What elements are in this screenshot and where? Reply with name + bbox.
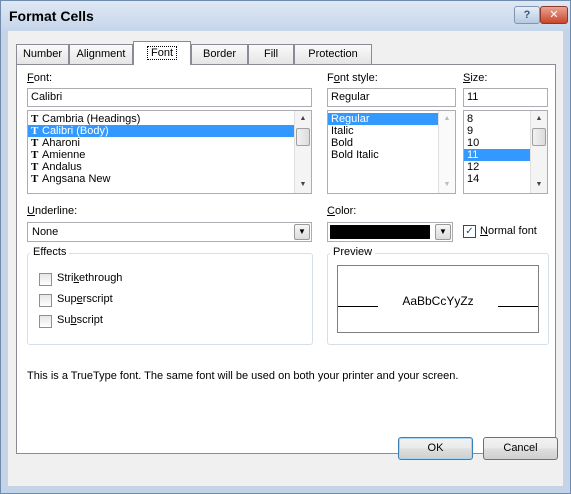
truetype-icon: T [31,173,39,185]
scroll-thumb[interactable] [296,128,310,146]
cancel-button[interactable]: Cancel [483,437,558,460]
preview-sample-text: AaBbCcYyZz [402,294,474,308]
scroll-up-icon[interactable]: ▲ [295,111,311,127]
font-list-item[interactable]: T Amienne [28,149,311,161]
truetype-icon: T [31,161,39,173]
color-label: Color: [327,205,357,217]
font-style-item[interactable]: Bold Italic [328,149,455,161]
normal-font-label[interactable]: Normal font [480,225,537,237]
font-style-item[interactable]: Italic [328,125,455,137]
tab-label: Protection [308,48,358,60]
normal-font-checkbox[interactable]: ✓ [463,225,476,238]
font-style-item[interactable]: Bold [328,137,455,149]
font-list-item[interactable]: T Calibri (Body) [28,125,311,137]
truetype-icon: T [31,149,39,161]
preview-box: AaBbCcYyZz [337,265,539,333]
scroll-thumb[interactable] [532,128,546,146]
tab-protection[interactable]: Protection [294,44,372,64]
font-list-item[interactable]: T Cambria (Headings) [28,113,311,125]
strikethrough-label[interactable]: Strikethrough [57,272,122,284]
tab-label: Alignment [76,48,126,60]
tab-label: Number [22,48,63,60]
tab-number[interactable]: Number [16,44,69,64]
subscript-checkbox[interactable] [39,315,52,328]
scroll-up-icon[interactable]: ▲ [531,111,547,127]
scroll-up-icon[interactable]: ▲ [439,111,455,127]
effects-group-label: Effects [30,246,70,258]
font-list-item[interactable]: T Aharoni [28,137,311,149]
font-label: Font: [27,72,53,84]
font-tab-page: Font: Calibri T Cambria (Headings) T Calib… [16,64,556,454]
title-bar[interactable]: Format Cells ? ✕ [1,1,570,31]
tab-label: Fill [263,48,279,60]
format-cells-dialog: Format Cells ? ✕ Number Alignment Font B… [0,0,571,494]
truetype-icon: T [31,125,39,137]
font-style-input[interactable]: Regular [327,88,456,107]
color-picker[interactable]: ▼ [327,222,453,242]
color-swatch [330,225,430,239]
font-list-scrollbar[interactable]: ▲ ▼ [294,111,311,193]
truetype-info-text: This is a TrueType font. The same font w… [27,370,459,382]
subscript-label[interactable]: Subscript [57,314,103,326]
font-style-scrollbar[interactable]: ▲ ▼ [438,111,455,193]
font-list[interactable]: T Cambria (Headings) T Calibri (Body) T Aha… [27,110,312,194]
size-list[interactable]: 8 9 10 11 12 14 ▲ ▼ [463,110,548,194]
font-style-label: Font style: [327,72,378,84]
font-style-item[interactable]: Regular [328,113,455,125]
ok-button[interactable]: OK [398,437,473,460]
underline-value: None [32,226,59,238]
tab-border[interactable]: Border [191,44,248,64]
close-button[interactable]: ✕ [540,6,568,24]
font-style-list[interactable]: Regular Italic Bold Bold Italic ▲ ▼ [327,110,456,194]
tab-font[interactable]: Font [133,41,191,65]
size-list-scrollbar[interactable]: ▲ ▼ [530,111,547,193]
strikethrough-checkbox[interactable] [39,273,52,286]
window-title: Format Cells [9,8,94,24]
superscript-label[interactable]: Superscript [57,293,113,305]
font-list-item[interactable]: T Angsana New [28,173,311,185]
scroll-down-icon[interactable]: ▼ [531,177,547,193]
size-label: Size: [463,72,488,84]
tab-label: Font [146,46,177,60]
chevron-down-icon[interactable]: ▼ [435,224,451,240]
truetype-icon: T [31,113,39,125]
truetype-icon: T [31,137,39,149]
underline-label: Underline: [27,205,78,217]
font-list-item[interactable]: T Andalus [28,161,311,173]
size-input[interactable]: 11 [463,88,548,107]
tab-label: Border [202,48,237,60]
help-button[interactable]: ? [514,6,540,24]
underline-select[interactable]: None ▼ [27,222,312,242]
tab-alignment[interactable]: Alignment [69,44,133,64]
superscript-checkbox[interactable] [39,294,52,307]
chevron-down-icon[interactable]: ▼ [294,224,310,240]
preview-group-label: Preview [330,246,376,258]
font-name-input[interactable]: Calibri [27,88,312,107]
dialog-client: Number Alignment Font Border Fill Protec… [8,31,563,486]
scroll-down-icon[interactable]: ▼ [295,177,311,193]
scroll-down-icon[interactable]: ▼ [439,177,455,193]
tab-fill[interactable]: Fill [248,44,294,64]
